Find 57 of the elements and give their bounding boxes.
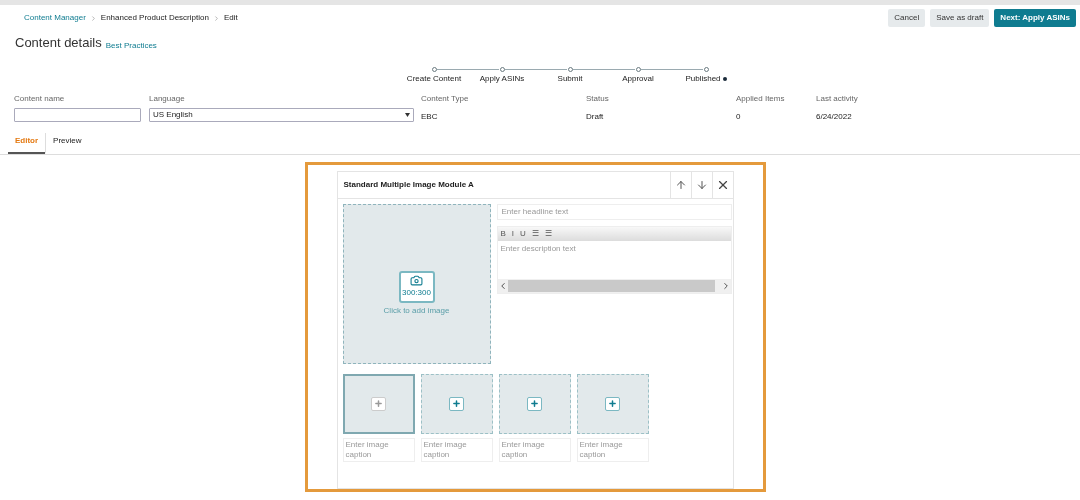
field-value: 6/24/2022 xyxy=(816,110,853,123)
plus-icon xyxy=(374,399,383,408)
add-image-hint: Click to add image xyxy=(383,304,450,317)
caret-icon xyxy=(405,112,410,117)
description-editor[interactable]: B I U ☰ ☰ Enter description text xyxy=(496,225,732,294)
thumbnail-dropzone[interactable] xyxy=(420,373,493,434)
field-value: EBC xyxy=(421,110,439,123)
headline-field[interactable]: Enter headline text xyxy=(496,203,732,220)
step-label: Approval xyxy=(622,72,654,85)
breadcrumb-item[interactable]: Enhanced Product Description xyxy=(100,12,209,24)
page-title: Content details xyxy=(15,34,102,52)
chevron-icon xyxy=(212,14,220,22)
arrow-up-icon xyxy=(674,178,687,191)
field-label: Language xyxy=(149,92,186,105)
plus-icon xyxy=(452,399,461,408)
language-dropdown[interactable]: US English xyxy=(149,107,414,122)
field-label: Status xyxy=(586,92,610,105)
format-button[interactable]: B xyxy=(500,227,506,240)
caption-field[interactable]: Enter image caption xyxy=(420,437,493,462)
caption-field[interactable]: Enter image caption xyxy=(498,437,571,462)
step-label: Submit xyxy=(557,72,583,85)
tab[interactable]: Preview xyxy=(45,132,89,154)
step-label: Create Content xyxy=(406,72,462,85)
thumbnail-dropzone[interactable] xyxy=(576,373,649,434)
field-label: Content Type xyxy=(421,92,470,105)
step-label: Apply ASINs xyxy=(479,72,525,85)
arrow-down-icon xyxy=(695,178,708,191)
plus-icon xyxy=(608,399,617,408)
plus-icon xyxy=(530,399,539,408)
field-value: Draft xyxy=(586,110,605,123)
breadcrumb-item: Edit xyxy=(223,12,238,24)
horizontal-scrollbar[interactable] xyxy=(497,278,731,293)
best-practices-link[interactable]: Best Practices xyxy=(105,39,157,52)
thumbnail-dropzone[interactable] xyxy=(342,373,415,434)
action-button[interactable]: Next: Apply ASINs xyxy=(994,9,1076,27)
image-size: 300:300 xyxy=(402,287,431,299)
breadcrumb-item[interactable]: Content Manager xyxy=(24,12,86,24)
camera-icon xyxy=(410,274,423,287)
content-name-field[interactable] xyxy=(14,107,141,122)
description-field[interactable]: Enter description text xyxy=(497,240,731,279)
format-button[interactable]: U xyxy=(520,227,526,240)
thumbnail-dropzone[interactable] xyxy=(498,373,571,434)
caption-field[interactable]: Enter image caption xyxy=(576,437,649,462)
format-button[interactable]: ☰ xyxy=(531,227,539,240)
main-image-dropzone[interactable]: 300:300 Click to add image xyxy=(342,203,491,364)
field-label: Content name xyxy=(14,92,66,105)
format-button[interactable]: I xyxy=(511,227,515,240)
field-value: 0 xyxy=(736,110,742,123)
action-button[interactable]: Cancel xyxy=(888,9,926,27)
field-label: Last activity xyxy=(816,92,859,105)
field-label: Applied Items xyxy=(736,92,786,105)
action-button[interactable]: Save as draft xyxy=(930,9,990,27)
chevron-icon xyxy=(89,14,97,22)
step-label: Published xyxy=(685,72,721,85)
format-button[interactable]: ☰ xyxy=(544,227,552,240)
module-title: Standard Multiple Image Module A xyxy=(342,178,474,191)
caption-field[interactable]: Enter image caption xyxy=(342,437,415,462)
